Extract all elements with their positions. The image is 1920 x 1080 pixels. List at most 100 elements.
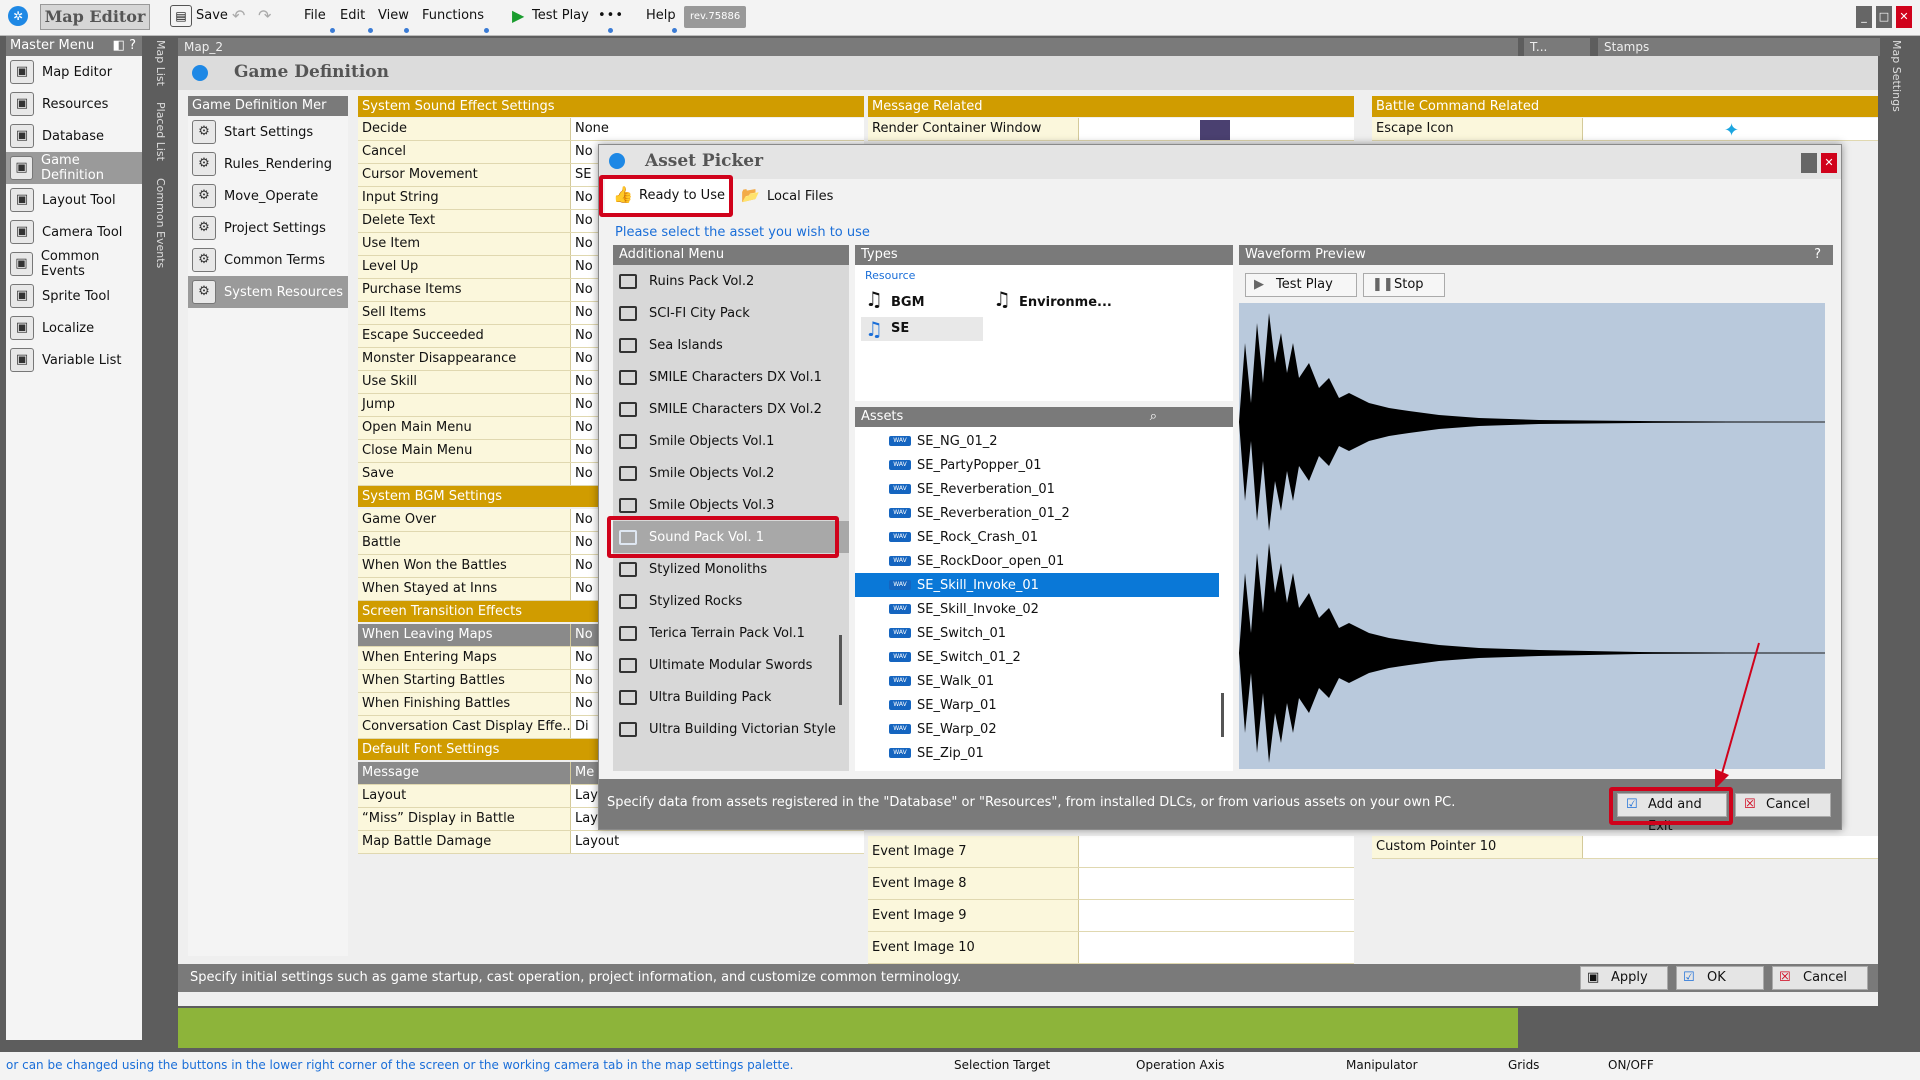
search-icon: ⌕	[1149, 409, 1157, 424]
stop-button[interactable]: ❚❚ Stop	[1363, 273, 1445, 297]
asset-row[interactable]: WAV SE_Zip_01	[855, 741, 1233, 765]
master-menu-item[interactable]: ▣ Database	[6, 120, 142, 152]
folder-icon	[619, 497, 637, 513]
revision-badge: rev.75886	[684, 6, 747, 28]
menu-edit[interactable]: Edit	[340, 8, 365, 23]
apply-button[interactable]: ▣ Apply	[1580, 966, 1668, 990]
asset-row[interactable]: WAV SE_Walk_01	[855, 669, 1233, 693]
type-se-selected[interactable]: ♫ SE	[861, 317, 983, 341]
ok-button[interactable]: ☑ OK	[1676, 966, 1764, 990]
variable-list-icon: ▣	[10, 348, 34, 372]
picker-cancel-button[interactable]: ☒ Cancel	[1735, 793, 1831, 817]
master-menu-item[interactable]: ▣ Common Events	[6, 248, 142, 280]
close-window-button[interactable]: ✕	[1896, 6, 1912, 28]
master-menu-item-label: Camera Tool	[42, 224, 123, 240]
additional-menu-item[interactable]: Ultimate Modular Swords	[613, 649, 849, 681]
escape-icon: ✦	[1724, 120, 1740, 141]
sprite-tool-icon: ▣	[10, 284, 34, 308]
gd-menu-item[interactable]: ⚙ Project Settings	[188, 212, 348, 244]
gd-menu-item[interactable]: ⚙ Move_Operate	[188, 180, 348, 212]
asset-row[interactable]: WAV SE_Switch_01	[855, 621, 1233, 645]
tab-stamps[interactable]: Stamps	[1598, 38, 1880, 56]
additional-menu-item[interactable]: Sea Islands	[613, 329, 849, 361]
additional-menu-item[interactable]: Ultra Building Pack	[613, 681, 849, 713]
asset-row[interactable]: WAV SE_Skill_Invoke_02	[855, 597, 1233, 621]
master-menu-item[interactable]: ▣ Camera Tool	[6, 216, 142, 248]
tab-map-list[interactable]: Map List	[154, 40, 167, 86]
menu-functions[interactable]: Functions	[422, 8, 484, 23]
type-bgm[interactable]: BGM	[891, 295, 925, 310]
asset-row[interactable]: WAV SE_Rock_Crash_01	[855, 525, 1233, 549]
additional-menu-item[interactable]: Ultra Building Victorian Style	[613, 713, 849, 745]
master-menu-item[interactable]: ▣ Resources	[6, 88, 142, 120]
tab-common-events[interactable]: Common Events	[154, 178, 167, 268]
master-menu-item[interactable]: ▣ Layout Tool	[6, 184, 142, 216]
map-tab[interactable]: Map_2	[178, 38, 1518, 56]
maximize-button[interactable]: □	[1876, 6, 1892, 28]
additional-menu-item[interactable]: Stylized Rocks	[613, 585, 849, 617]
test-play-wave-button[interactable]: ▶ Test Play	[1245, 273, 1357, 297]
app-logo-icon: ✲	[8, 6, 28, 26]
maximize-icon[interactable]	[1801, 153, 1817, 173]
minimize-button[interactable]: _	[1856, 6, 1872, 28]
message-row[interactable]: Event Image 8	[868, 868, 1354, 900]
message-row[interactable]: Event Image 10	[868, 932, 1354, 964]
tab-local-files[interactable]: 📂 Local Files	[737, 179, 847, 213]
setting-row[interactable]: Map Battle Damage Layout	[358, 831, 864, 854]
menu-help[interactable]: Help	[646, 8, 676, 23]
tab-t[interactable]: T...	[1524, 38, 1590, 56]
additional-menu-item[interactable]: SCI-FI City Pack	[613, 297, 849, 329]
additional-menu-item[interactable]: SMILE Characters DX Vol.1	[613, 361, 849, 393]
folder-icon	[619, 433, 637, 449]
tab-placed-list[interactable]: Placed List	[154, 102, 167, 161]
battle-row[interactable]: Custom Pointer 10	[1372, 836, 1878, 859]
battle-row[interactable]: Escape Icon ✦	[1372, 118, 1878, 141]
tab-map-settings[interactable]: Map Settings	[1890, 40, 1903, 112]
gd-menu-item[interactable]: ⚙ System Resources	[188, 276, 348, 308]
message-row[interactable]: Event Image 7	[868, 836, 1354, 868]
message-row[interactable]: Event Image 9	[868, 900, 1354, 932]
asset-row[interactable]: WAV SE_NG_01_2	[855, 429, 1233, 453]
gd-menu-item[interactable]: ⚙ Common Terms	[188, 244, 348, 276]
master-menu-item[interactable]: ▣ Sprite Tool	[6, 280, 142, 312]
menu-view[interactable]: View	[378, 8, 409, 23]
additional-menu-item[interactable]: Smile Objects Vol.2	[613, 457, 849, 489]
additional-menu-item[interactable]: SMILE Characters DX Vol.2	[613, 393, 849, 425]
redo-icon[interactable]: ↷	[258, 6, 271, 25]
additional-menu-item[interactable]: Ruins Pack Vol.2	[613, 265, 849, 297]
gd-menu-item[interactable]: ⚙ Start Settings	[188, 116, 348, 148]
type-environment[interactable]: Environme...	[1019, 295, 1112, 310]
asset-row[interactable]: WAV SE_Switch_01_2	[855, 645, 1233, 669]
menu-file[interactable]: File	[304, 8, 326, 23]
asset-row[interactable]: WAV SE_Reverberation_01_2	[855, 501, 1233, 525]
master-menu-item[interactable]: ▣ Variable List	[6, 344, 142, 376]
asset-row[interactable]: WAV SE_Skill_Invoke_01	[855, 573, 1219, 597]
undo-icon[interactable]: ↶	[232, 6, 245, 25]
master-menu: Master Menu ◧ ? ▣ Map Editor ▣ Resources ▣ Dat…	[6, 36, 142, 1040]
message-row[interactable]: Render Container Window	[868, 118, 1354, 141]
more-menu-button[interactable]: •••	[598, 8, 624, 23]
asset-row[interactable]: WAV SE_Warp_02	[855, 717, 1233, 741]
play-icon[interactable]: ▶	[512, 6, 524, 25]
asset-row[interactable]: WAV SE_PartyPopper_01	[855, 453, 1233, 477]
wave-file-icon: WAV	[889, 724, 911, 734]
asset-row[interactable]: WAV SE_RockDoor_open_01	[855, 549, 1233, 573]
asset-row[interactable]: WAV SE_Reverberation_01	[855, 477, 1233, 501]
camera-icon: ▣	[10, 220, 34, 244]
test-play-button[interactable]: Test Play	[532, 8, 589, 23]
localize-icon: ▣	[10, 316, 34, 340]
folder-icon	[619, 369, 637, 385]
save-button[interactable]: Save	[196, 8, 228, 23]
asset-row[interactable]: WAV SE_Warp_01	[855, 693, 1233, 717]
setting-row[interactable]: Decide None	[358, 118, 864, 141]
master-menu-item[interactable]: ▣ Game Definition	[6, 152, 142, 184]
gd-menu-item[interactable]: ⚙ Rules_Rendering	[188, 148, 348, 180]
additional-menu-item[interactable]: Smile Objects Vol.1	[613, 425, 849, 457]
master-menu-item[interactable]: ▣ Localize	[6, 312, 142, 344]
cancel-button[interactable]: ☒ Cancel	[1772, 966, 1868, 990]
master-menu-item[interactable]: ▣ Map Editor	[6, 56, 142, 88]
save-icon[interactable]: ▤	[170, 5, 192, 27]
types-title: Types	[855, 245, 1233, 265]
additional-menu-item[interactable]: Terica Terrain Pack Vol.1	[613, 617, 849, 649]
close-icon[interactable]: ✕	[1821, 153, 1837, 173]
